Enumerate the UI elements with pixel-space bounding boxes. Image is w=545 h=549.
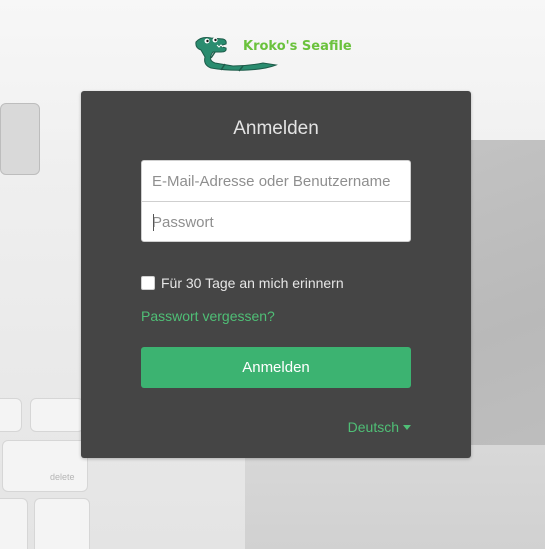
remember-me[interactable]: Für 30 Tage an mich erinnern [141,275,344,291]
remember-label: Für 30 Tage an mich erinnern [161,275,344,291]
text-cursor [153,214,154,231]
page-title: Anmelden [233,118,319,139]
background-key-label: delete [50,472,75,482]
background-key [2,440,88,492]
background-key [0,498,28,549]
logo-text: Kroko's Seafile [243,39,352,54]
language-label: Deutsch [347,419,399,435]
login-button[interactable]: Anmelden [141,347,411,388]
email-field[interactable] [142,161,410,201]
login-panel: Anmelden Für 30 Tage an mich erinnern Pa… [81,91,471,458]
background-key [30,398,84,432]
background-hinge [0,103,40,175]
credentials-group [141,160,411,242]
background-key [0,398,22,432]
language-selector[interactable]: Deutsch [348,419,411,435]
remember-checkbox[interactable] [141,276,155,290]
background-key [34,498,90,549]
forgot-password-link[interactable]: Passwort vergessen? [141,308,275,324]
password-field[interactable] [142,202,410,242]
caret-down-icon [403,424,411,430]
background-laptop-edge [245,445,545,549]
